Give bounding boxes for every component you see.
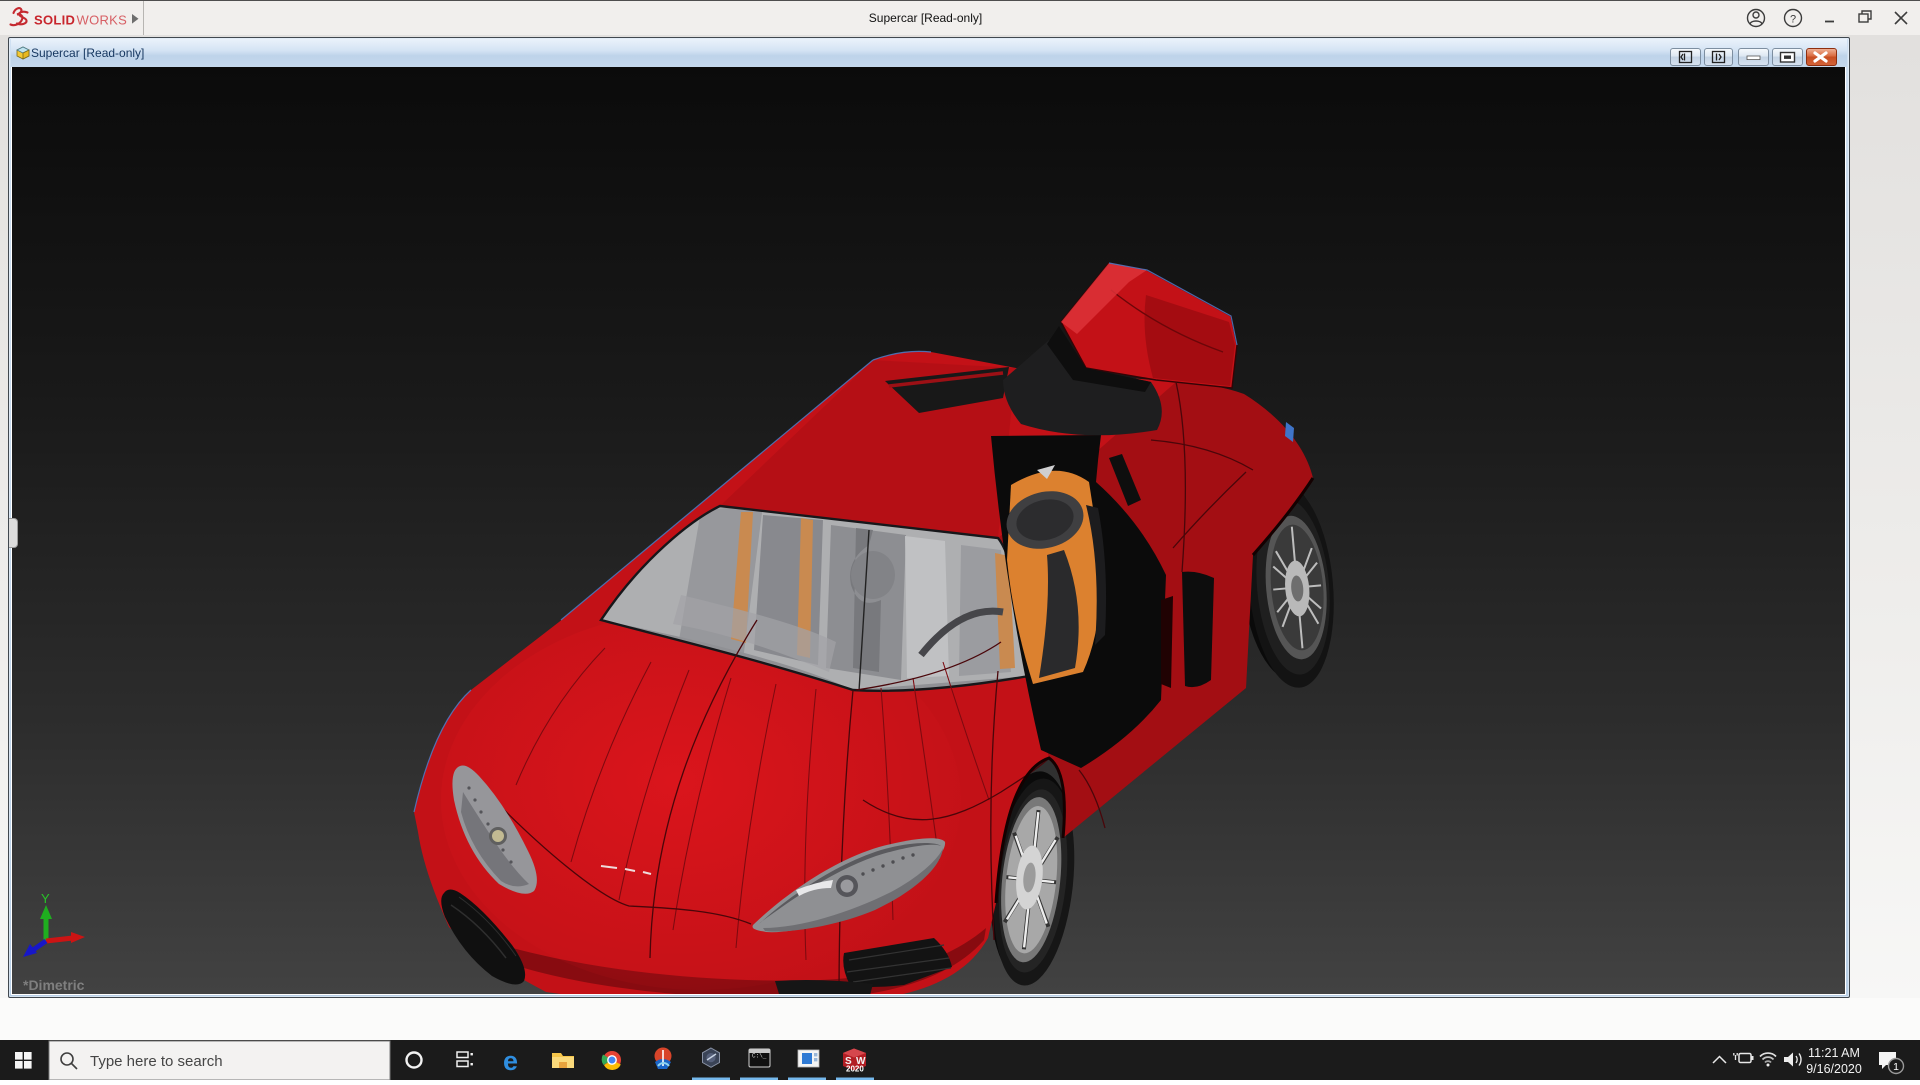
svg-text:Type here to search: Type here to search — [90, 1053, 223, 1070]
svg-text:11:21 AM: 11:21 AM — [1808, 1046, 1860, 1060]
svg-text:Y: Y — [41, 891, 50, 906]
svg-text:2020: 2020 — [846, 1065, 864, 1074]
svg-text:1: 1 — [1893, 1061, 1899, 1073]
svg-text:C:\_: C:\_ — [752, 1053, 767, 1060]
svg-text:?: ? — [1790, 14, 1796, 26]
svg-text:9/16/2020: 9/16/2020 — [1806, 1062, 1862, 1076]
svg-text:*Dimetric: *Dimetric — [23, 977, 85, 993]
svg-text:e: e — [503, 1046, 518, 1076]
